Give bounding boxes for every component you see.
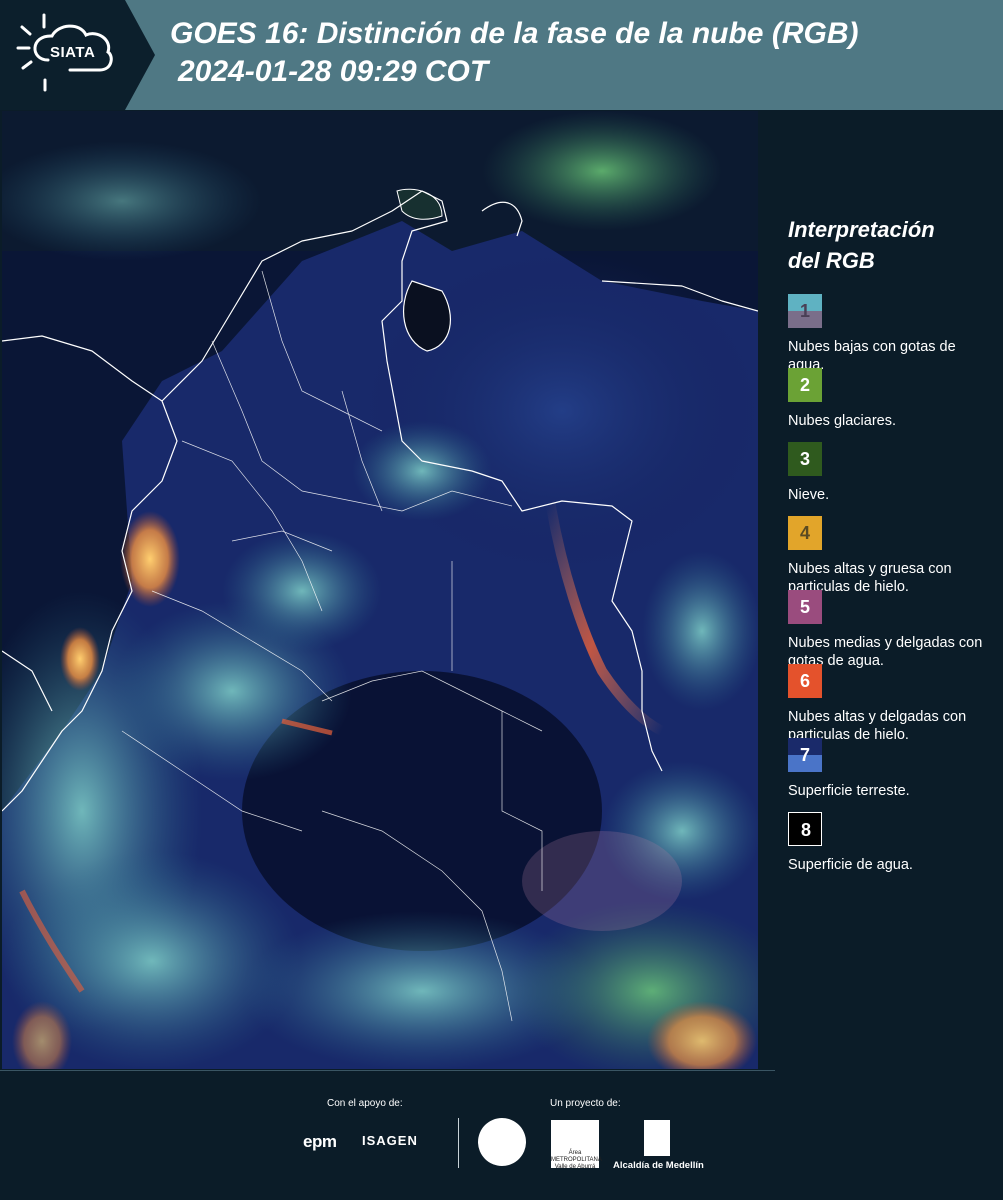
legend-item: 5 Nubes medias y delgadas con gotas de ag… — [788, 590, 988, 669]
legend-number: 5 — [799, 597, 810, 617]
legend-swatch: 4 — [788, 516, 822, 550]
legend: Interpretación del RGB 1 Nubes bajas con … — [788, 214, 988, 886]
legend-swatch: 2 — [788, 368, 822, 402]
legend-swatch: 5 — [788, 590, 822, 624]
legend-number: 4 — [799, 523, 810, 543]
legend-number: 1 — [799, 301, 810, 321]
page-title: GOES 16: Distinción de la fase de la nub… — [170, 17, 859, 50]
legend-label: Nieve. — [788, 487, 830, 503]
legend-number: 3 — [799, 449, 810, 469]
legend-item: 6 Nubes altas y delgadas con particulas d… — [788, 664, 988, 743]
medellin-logo-text: Alcaldía de Medellín — [613, 1160, 704, 1171]
legend-number: 7 — [799, 745, 810, 765]
legend-swatch: 3 — [788, 442, 822, 476]
satellite-map[interactable] — [2, 111, 758, 1069]
medellin-shield-icon — [644, 1120, 670, 1156]
legend-swatch: 1 — [788, 294, 822, 328]
satellite-image — [2, 111, 758, 1069]
area-metropolitana-text: Área METROPOLITANA Valle de Aburrá — [551, 1150, 602, 1170]
timestamp: 2024-01-28 09:29 COT — [178, 55, 489, 88]
legend-number: 8 — [800, 820, 811, 840]
legend-item: 8 Superficie de agua. — [788, 812, 988, 886]
legend-item: 4 Nubes altas y gruesa con particulas de … — [788, 516, 988, 595]
support-label: Con el apoyo de: — [327, 1098, 403, 1109]
legend-title-line2: del RGB — [788, 248, 875, 273]
legend-item: 2 Nubes glaciares. — [788, 368, 988, 442]
isagen-logo: ISAGEN — [362, 1133, 418, 1148]
epm-logo: epm — [303, 1132, 337, 1151]
legend-label: Superficie terreste. — [788, 783, 910, 799]
legend-swatch: 8 — [788, 812, 822, 846]
legend-item: 1 Nubes bajas con gotas de agua. — [788, 294, 988, 373]
legend-items: 1 Nubes bajas con gotas de agua. 2 Nubes gl… — [788, 294, 988, 886]
siata-logo-text: SIATA — [50, 44, 96, 61]
legend-label: Superficie de agua. — [788, 857, 913, 873]
logo-divider — [458, 1118, 459, 1168]
legend-number: 6 — [799, 671, 810, 691]
footer-divider — [0, 1070, 775, 1071]
project-label: Un proyecto de: — [550, 1098, 621, 1109]
legend-title-line1: Interpretación — [788, 217, 935, 242]
legend-label: Nubes glaciares. — [788, 413, 896, 429]
legend-swatch: 7 — [788, 738, 822, 772]
legend-item: 7 Superficie terreste. — [788, 738, 988, 812]
legend-swatch: 6 — [788, 664, 822, 698]
header-bar: SIATA GOES 16: Distinción de la fase de … — [0, 0, 1003, 110]
metropolitan-seal-icon — [478, 1118, 526, 1166]
legend-number: 2 — [799, 375, 810, 395]
siata-logo: SIATA — [0, 0, 155, 110]
footer: Con el apoyo de: Un proyecto de: epm ISA… — [0, 1070, 1003, 1200]
legend-item: 3 Nieve. — [788, 442, 988, 516]
legend-title: Interpretación del RGB — [788, 214, 988, 276]
